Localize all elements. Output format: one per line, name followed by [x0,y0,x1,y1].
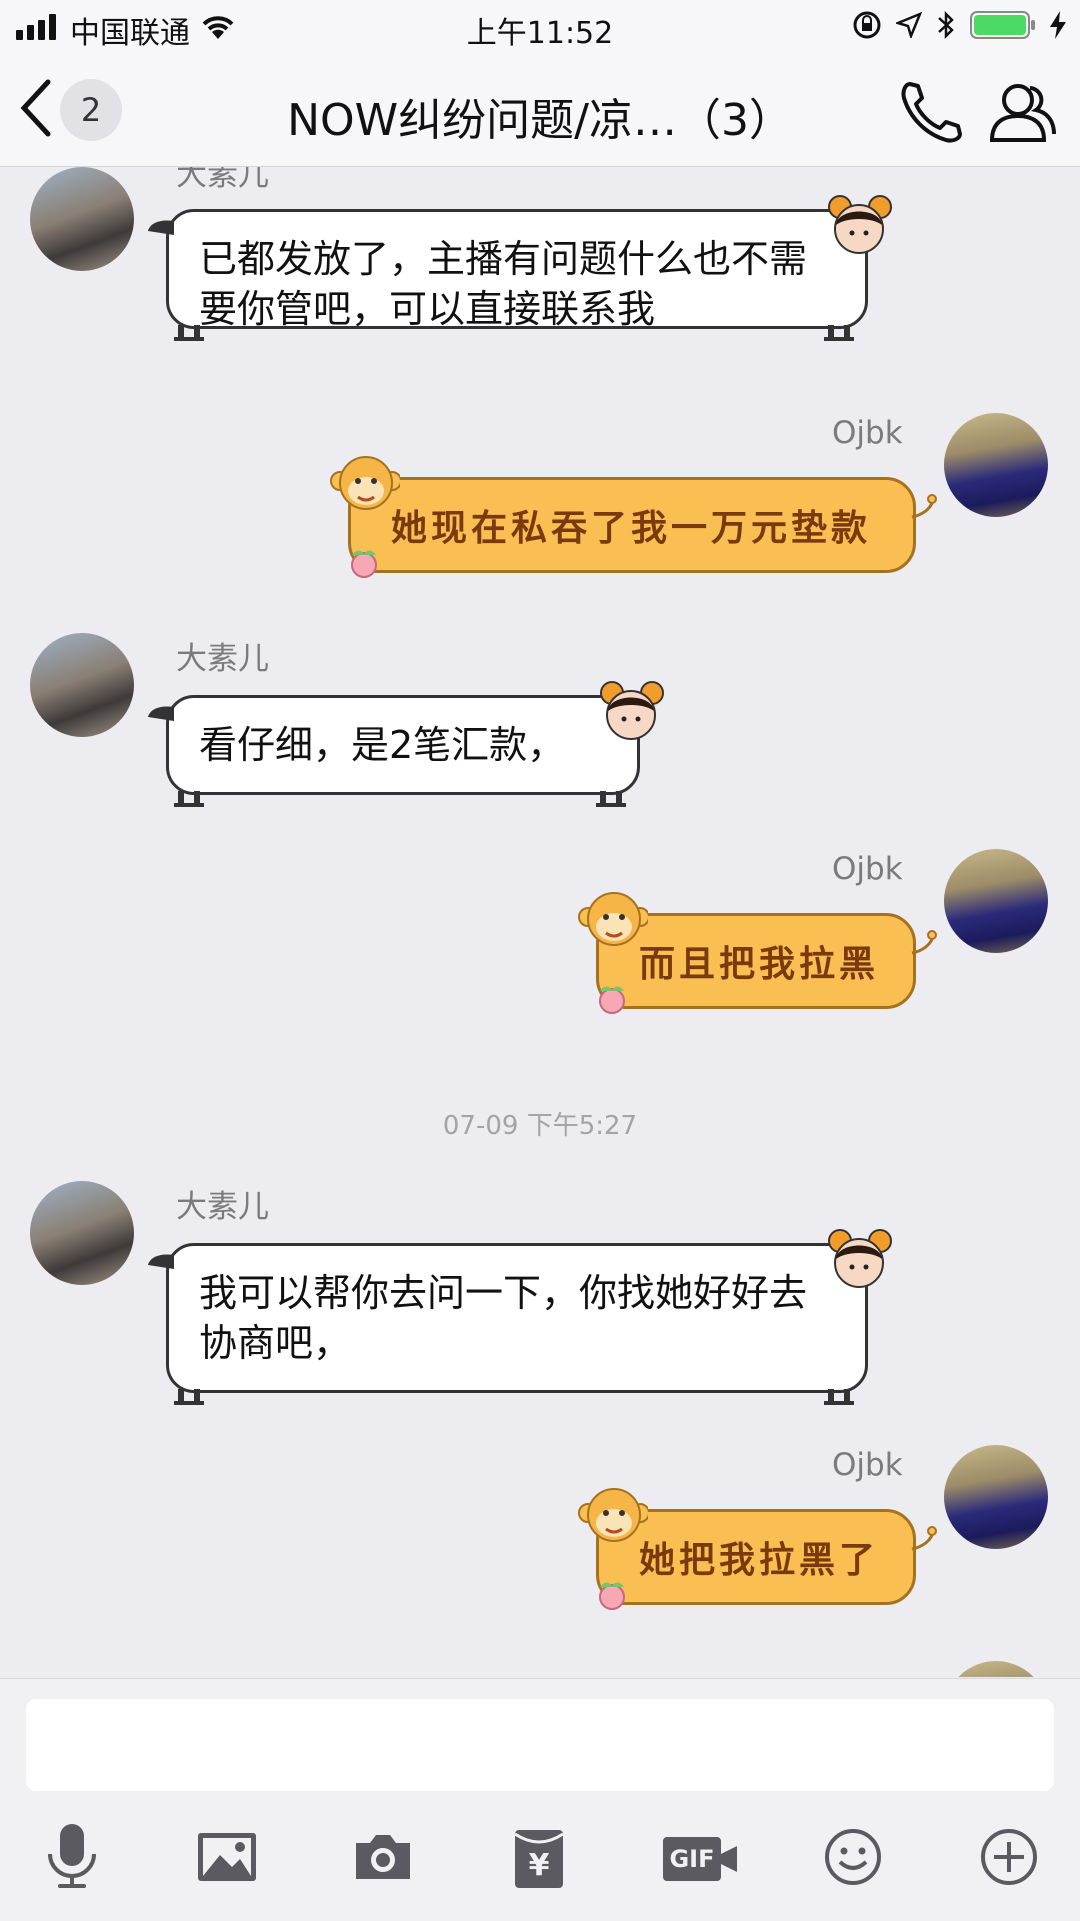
sender-name: Ojbk [832,851,903,887]
sender-name: 大素儿 [176,641,269,677]
camera-icon [352,1831,414,1887]
message-text: 她把我拉黑了 [639,1539,880,1581]
avatar[interactable] [944,849,1048,953]
sheep-feet-icon [824,325,854,341]
input-toolbar: ¥ GIF [0,1819,1080,1909]
monkey-icon [578,892,648,946]
call-button[interactable] [896,76,968,148]
message-text: 而且把我拉黑 [639,943,880,985]
voice-button[interactable] [32,1819,112,1899]
monkey-icon [578,1488,648,1542]
avatar[interactable] [944,413,1048,517]
avatar[interactable] [30,633,134,737]
message-timestamp: 07-09 下午5:27 [442,1111,638,1141]
message-input[interactable] [26,1699,1054,1791]
status-bar: 中国联通 上午11:52 [0,0,1080,56]
user-icon [986,84,1058,152]
sheep-feet-icon [596,791,626,807]
avatar[interactable] [944,1445,1048,1549]
sheep-feet-icon [174,1389,204,1405]
message-bubble[interactable]: 看仔细，是2笔汇款， [166,695,640,795]
monkey-icon [330,456,400,510]
rotation-lock-icon [852,10,882,44]
peach-icon [599,986,625,1014]
character-head-icon [828,1229,892,1288]
message-bubble[interactable]: 我可以帮你去问一下，你找她好好去协商吧， [166,1243,868,1393]
input-bar: ¥ GIF [0,1678,1080,1921]
gif-icon: GIF [663,1837,737,1881]
sheep-feet-icon [824,1389,854,1405]
sheep-feet-icon [174,325,204,341]
sender-name: Ojbk [832,1447,903,1483]
sender-name: 大素儿 [176,1189,269,1225]
peach-icon [351,550,377,578]
red-packet-icon: ¥ [515,1830,563,1888]
avatar[interactable] [944,1661,1048,1677]
bubble-tail-icon [911,1526,937,1551]
bubble-tail-icon [911,494,937,519]
microphone-icon [44,1822,100,1896]
sheep-feet-icon [174,791,204,807]
message-text: 我可以帮你去问一下，你找她好好去协商吧， [199,1271,808,1365]
charging-icon [1050,11,1066,43]
message-bubble[interactable]: 她现在私吞了我一万元垫款 [348,477,916,573]
avatar[interactable] [30,167,134,271]
battery-icon [970,10,1036,44]
bluetooth-icon [936,10,956,44]
bubble-tail-icon [148,1254,174,1269]
avatar[interactable] [30,1181,134,1285]
phone-icon [896,82,968,152]
gif-button[interactable]: GIF [655,1819,745,1899]
message-list[interactable]: 大素儿 已都发放了，主播有问题什么也不需要你管吧，可以直接联系我 Ojbk 她现… [0,167,1080,1677]
message-text: 看仔细，是2笔汇款， [199,723,566,767]
sender-name: 大素儿 [176,167,269,193]
group-members-button[interactable] [986,76,1058,148]
character-head-icon [600,681,664,740]
bubble-tail-icon [148,706,174,721]
bubble-tail-icon [148,220,174,235]
red-packet-button[interactable]: ¥ [499,1819,579,1899]
location-icon [894,11,923,42]
message-text: 她现在私吞了我一万元垫款 [391,507,872,549]
gif-label: GIF [663,1837,721,1881]
sender-name: Ojbk [832,415,903,451]
bubble-tail-icon [911,930,937,955]
emoji-button[interactable] [813,1819,893,1899]
camera-button[interactable] [343,1819,423,1899]
message-text: 已都发放了，主播有问题什么也不需要你管吧，可以直接联系我 [199,237,808,331]
image-icon [196,1831,258,1887]
chat-header: 2 NOW纠纷问题/凉…（3） [0,56,1080,167]
message-bubble[interactable]: 已都发放了，主播有问题什么也不需要你管吧，可以直接联系我 [166,209,868,331]
photo-button[interactable] [187,1819,267,1899]
peach-icon [599,1582,625,1610]
emoji-icon [824,1828,882,1890]
plus-icon [980,1828,1038,1890]
more-button[interactable] [969,1819,1049,1899]
character-head-icon [828,195,892,254]
status-bar-right [852,10,1066,44]
red-packet-symbol: ¥ [528,1848,550,1883]
